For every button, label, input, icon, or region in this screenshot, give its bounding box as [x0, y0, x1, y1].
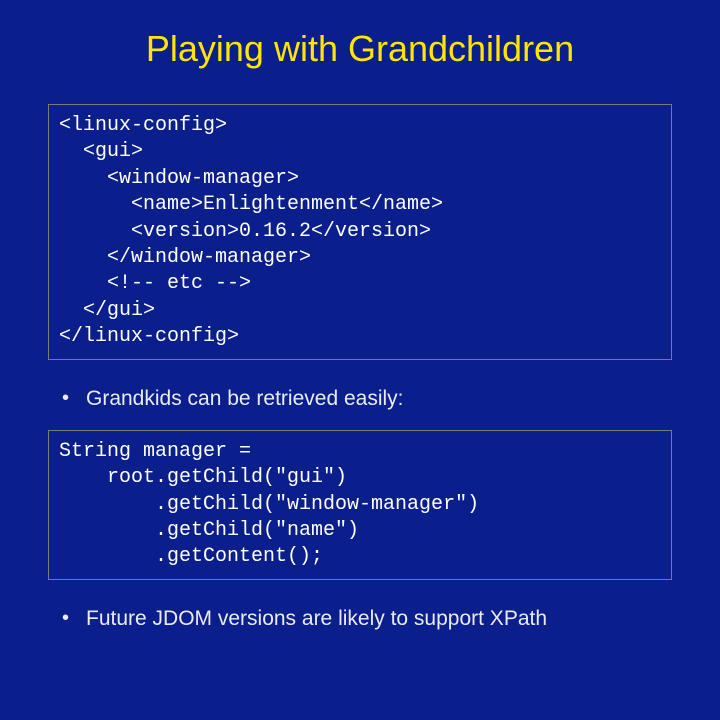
bullet-text-2: Future JDOM versions are likely to suppo…	[86, 606, 547, 632]
code-block-java: String manager = root.getChild("gui") .g…	[48, 430, 672, 580]
bullet-item-1: • Grandkids can be retrieved easily:	[62, 386, 672, 412]
bullet-text-1: Grandkids can be retrieved easily:	[86, 386, 404, 412]
bullet-dot-icon: •	[62, 386, 86, 410]
bullet-dot-icon: •	[62, 606, 86, 630]
slide: Playing with Grandchildren <linux-config…	[0, 0, 720, 720]
code-block-xml: <linux-config> <gui> <window-manager> <n…	[48, 104, 672, 360]
bullet-item-2: • Future JDOM versions are likely to sup…	[62, 606, 672, 632]
code-content-java: String manager = root.getChild("gui") .g…	[59, 439, 661, 571]
code-content-xml: <linux-config> <gui> <window-manager> <n…	[59, 113, 661, 351]
slide-title: Playing with Grandchildren	[48, 28, 672, 70]
